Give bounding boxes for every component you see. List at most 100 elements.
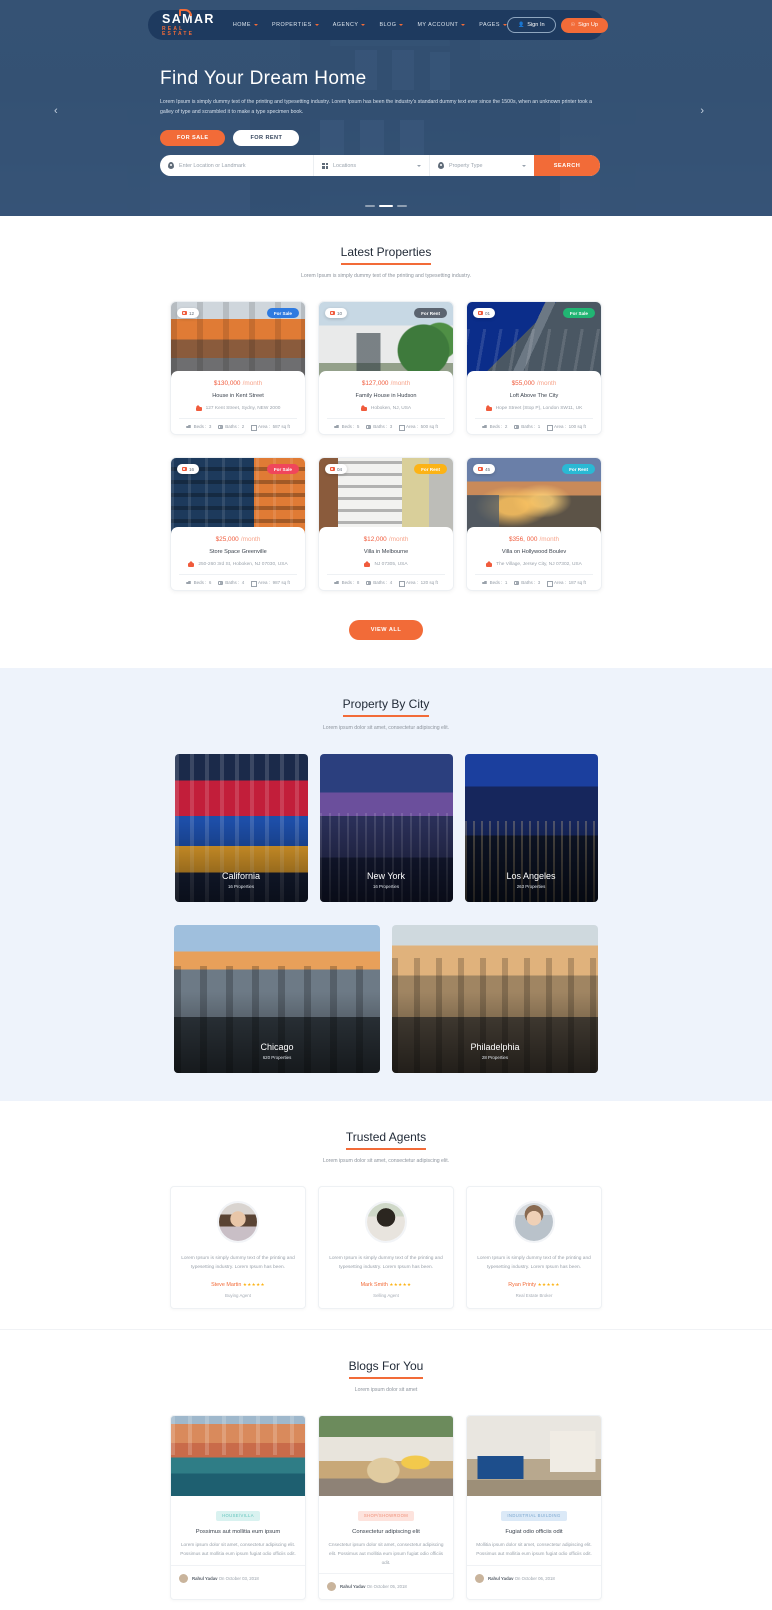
hero-subtitle: Lorem Ipsum is simply dummy text of the … bbox=[160, 99, 592, 116]
sign-in-button[interactable]: 👤 Sign In bbox=[506, 17, 556, 33]
tab-for-rent[interactable]: FOR RENT bbox=[233, 130, 300, 147]
grid-icon bbox=[322, 162, 328, 169]
section-subtitle: Lorem ipsum dolor sit amet, consectetur … bbox=[322, 1158, 450, 1164]
section-title: Blogs For You bbox=[348, 1359, 424, 1380]
search-location-field[interactable]: Enter Location or Landmark bbox=[160, 155, 314, 177]
photo-count: 16 bbox=[189, 466, 195, 472]
blog-image bbox=[467, 1416, 601, 1497]
property-address: Hoboken, NJ, USA bbox=[327, 405, 445, 411]
city-label: Philadelphia 28 Properties bbox=[392, 1042, 598, 1060]
agent-card[interactable]: Lorem Ipsum is simply dummy text of the … bbox=[466, 1186, 602, 1310]
price-period: /month bbox=[536, 380, 557, 387]
feature-beds: Beds :6 bbox=[186, 580, 211, 585]
property-body: $55,000 /month Loft Above The City Hope … bbox=[467, 371, 601, 434]
carousel-prev-arrow[interactable]: ‹ bbox=[54, 105, 58, 117]
property-card[interactable]: 04 For Rent $12,000 /month Villa in Melb… bbox=[318, 457, 454, 591]
property-image: 04 For Rent bbox=[319, 458, 453, 536]
city-card-los-angeles[interactable]: Los Angeles 263 Properties bbox=[464, 754, 598, 902]
nav-item-my-account[interactable]: MY ACCOUNT bbox=[417, 22, 466, 28]
city-header: Property By City Lorem ipsum dolor sit a… bbox=[0, 668, 772, 731]
section-subtitle: Lorem Ipsum is simply dummy text of the … bbox=[300, 273, 471, 279]
blog-description: Cnsectetur ipsum dolor sit amet, consect… bbox=[328, 1542, 444, 1565]
city-card-california[interactable]: California 16 Properties bbox=[174, 754, 308, 902]
sign-up-label: Sign Up bbox=[578, 22, 599, 28]
city-row-2: Chicago 620 Properties Philadelphia 28 P… bbox=[0, 925, 772, 1073]
camera-icon bbox=[182, 467, 187, 471]
property-price: $55,000 /month bbox=[475, 378, 593, 387]
blog-author-meta: Rahul Yadav On October 03, 2018 bbox=[192, 1576, 259, 1581]
chevron-down-icon bbox=[417, 164, 421, 167]
status-badge: For Sale bbox=[562, 308, 595, 318]
agent-card[interactable]: Lorem Ipsum is simply dummy text of the … bbox=[318, 1186, 454, 1310]
view-all-wrapper: VIEW ALL bbox=[0, 618, 772, 668]
feature-beds: Beds :3 bbox=[186, 424, 211, 429]
nav-item-blog[interactable]: BLOG bbox=[379, 22, 404, 28]
blog-author-meta: Rahul Yadav On October 05, 2018 bbox=[340, 1584, 407, 1589]
price-value: $55,000 bbox=[511, 380, 535, 387]
chevron-down-icon bbox=[399, 24, 404, 26]
property-card[interactable]: 45 For Rent $356, 000 /month Villa on Ho… bbox=[466, 457, 602, 591]
author-avatar bbox=[475, 1573, 484, 1583]
nav-item-home[interactable]: HOME bbox=[233, 22, 259, 28]
price-period: /month bbox=[388, 536, 409, 543]
search-button[interactable]: SEARCH bbox=[534, 155, 600, 177]
city-card-new-york[interactable]: New York 16 Properties bbox=[319, 754, 453, 902]
blog-card[interactable]: SHOP/SHOWROOM Consectetur adipiscing eli… bbox=[318, 1415, 454, 1601]
property-address: Hope Street (Stop P), London SW11, UK bbox=[475, 405, 593, 411]
hero-content: Find Your Dream Home Lorem Ipsum is simp… bbox=[160, 68, 615, 177]
carousel-next-arrow[interactable]: › bbox=[700, 105, 704, 117]
roof-icon bbox=[179, 8, 192, 16]
blog-tag[interactable]: INDUSTRIAL BUILDING bbox=[501, 1510, 567, 1521]
agent-name-rating: Mark Smith ★★★★★ bbox=[329, 1282, 443, 1288]
city-card-chicago[interactable]: Chicago 620 Properties bbox=[174, 925, 380, 1073]
property-card[interactable]: 10 For Rent $127,000 /month Family House… bbox=[318, 301, 454, 435]
price-value: $12,000 bbox=[363, 536, 387, 543]
sign-up-button[interactable]: ☉ Sign Up bbox=[560, 17, 609, 33]
feature-baths: Baths :1 bbox=[513, 424, 540, 429]
property-title: House in Kent Street bbox=[212, 393, 264, 399]
page-root: SAMAR REAL ESTATE HOME PROPERTIES AGENCY… bbox=[0, 0, 772, 1610]
view-all-button[interactable]: VIEW ALL bbox=[348, 620, 424, 640]
rating-stars: ★★★★★ bbox=[242, 1282, 265, 1288]
nav-item-agency[interactable]: AGENCY bbox=[333, 22, 366, 28]
blog-card[interactable]: HOUSE/VILLA Possimus aut mollitia eum ip… bbox=[170, 1415, 306, 1601]
carousel-dot-active[interactable] bbox=[379, 205, 393, 207]
property-price: $127,000 /month bbox=[327, 378, 445, 387]
carousel-dot[interactable] bbox=[365, 205, 375, 207]
site-logo[interactable]: SAMAR REAL ESTATE bbox=[162, 8, 215, 38]
city-count: 620 Properties bbox=[262, 1055, 292, 1060]
section-title: Latest Properties bbox=[340, 245, 432, 265]
city-label: Chicago 620 Properties bbox=[174, 1042, 380, 1060]
tab-for-sale[interactable]: FOR SALE bbox=[160, 130, 226, 147]
carousel-dot[interactable] bbox=[397, 205, 407, 207]
price-period: /month bbox=[539, 536, 560, 543]
feature-area: Area :987 sq ft bbox=[250, 580, 290, 587]
price-value: $130,000 bbox=[213, 380, 241, 387]
property-card[interactable]: 12 For Sale $130,000 /month House in Ken… bbox=[170, 301, 306, 435]
status-badge: For Rent bbox=[562, 464, 595, 474]
bed-icon bbox=[482, 580, 488, 585]
blog-image bbox=[171, 1416, 305, 1497]
status-badge: For Rent bbox=[414, 464, 447, 474]
property-price: $12,000 /month bbox=[327, 534, 445, 543]
agent-card[interactable]: Lorem Ipsum is simply dummy text of the … bbox=[170, 1186, 306, 1310]
lock-icon: ☉ bbox=[570, 22, 576, 28]
property-address: 250-260 3rd St, Hoboken, NJ 07030, USA bbox=[179, 561, 297, 567]
bath-icon bbox=[217, 424, 223, 429]
search-property-type-select[interactable]: Property Type bbox=[430, 155, 534, 176]
feature-baths: Baths :3 bbox=[365, 424, 392, 429]
property-card[interactable]: 01 For Sale $55,000 /month Loft Above Th… bbox=[466, 301, 602, 435]
nav-item-pages[interactable]: PAGES bbox=[479, 22, 507, 28]
property-image: 10 For Rent bbox=[319, 302, 453, 380]
agent-name: Mark Smith bbox=[360, 1282, 388, 1289]
bed-icon bbox=[186, 580, 192, 585]
property-card[interactable]: 16 For Sale $25,000 /month Store Space G… bbox=[170, 457, 306, 591]
city-card-philadelphia[interactable]: Philadelphia 28 Properties bbox=[392, 925, 598, 1073]
home-icon bbox=[364, 561, 371, 567]
blog-tag[interactable]: SHOP/SHOWROOM bbox=[357, 1510, 415, 1521]
search-locations-select[interactable]: Locations bbox=[314, 155, 430, 177]
blog-card[interactable]: INDUSTRIAL BUILDING Fugiat odio officiis… bbox=[466, 1415, 602, 1601]
nav-item-properties[interactable]: PROPERTIES bbox=[272, 22, 319, 28]
author-avatar bbox=[327, 1582, 336, 1592]
blog-tag[interactable]: HOUSE/VILLA bbox=[216, 1510, 260, 1521]
